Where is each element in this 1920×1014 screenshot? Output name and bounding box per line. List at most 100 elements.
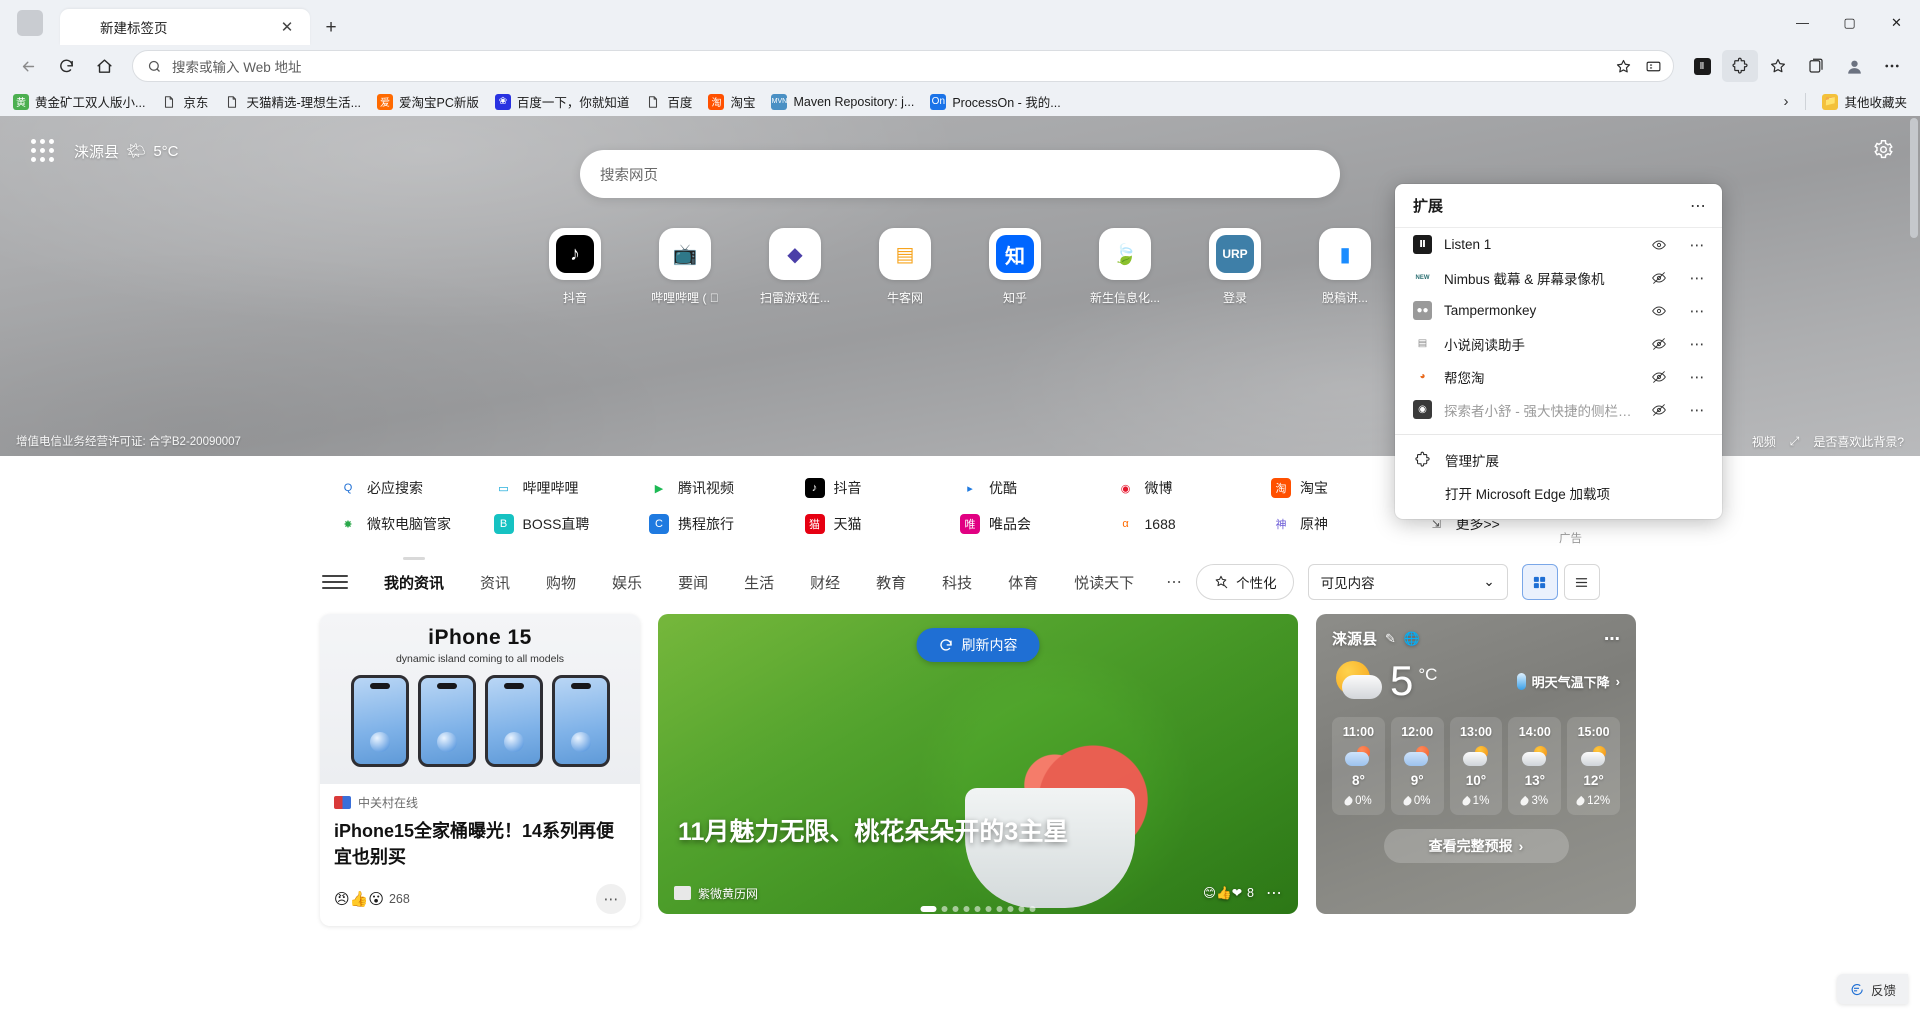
shortcut-tile[interactable]: ▮ 脱稿讲... (1313, 228, 1377, 306)
bookmarks-overflow-icon[interactable]: › (1775, 91, 1796, 112)
hero-reactions[interactable]: 😊👍❤ 8 (1203, 885, 1254, 901)
news-tab[interactable]: 娱乐 (594, 566, 660, 599)
new-tab-button[interactable]: + (318, 14, 344, 40)
grid-view-button[interactable] (1521, 564, 1558, 600)
quicklink-item[interactable]: B BOSS直聘 (493, 506, 650, 542)
bookmark-item[interactable]: 天猫精选-理想生活... (217, 89, 368, 114)
manage-extensions-item[interactable]: 管理扩展 (1395, 443, 1722, 476)
news-tab[interactable]: 财经 (792, 566, 858, 599)
open-edge-addons-item[interactable]: 打开 Microsoft Edge 加载项 (1395, 476, 1722, 509)
bookmark-item[interactable]: 爱爱淘宝PC新版 (370, 89, 486, 114)
bookmark-item[interactable]: On ProcessOn - 我的... (923, 89, 1067, 114)
close-tab-icon[interactable]: ✕ (274, 14, 300, 40)
personalize-button[interactable]: 个性化 (1196, 564, 1294, 600)
profile-avatar[interactable] (1836, 50, 1872, 82)
news-tab[interactable]: 购物 (528, 566, 594, 599)
maximize-button[interactable]: ▢ (1826, 0, 1873, 45)
extension-item[interactable]: ▤ 小说阅读助手 ⋯ (1395, 327, 1722, 360)
quicklink-item[interactable]: α 1688 (1115, 506, 1272, 542)
quicklink-item[interactable]: ▸ 优酷 (960, 470, 1116, 506)
ntp-search-input[interactable]: 搜索网页 (580, 150, 1340, 198)
menu-icon[interactable] (320, 575, 350, 589)
list-view-button[interactable] (1563, 564, 1600, 600)
reaction-emojis[interactable]: 😠👍😮 (334, 890, 384, 908)
news-tab[interactable]: 要闻 (660, 566, 726, 599)
tab-actions-button[interactable] (0, 0, 60, 45)
shortcut-tile[interactable]: 📺 哔哩哔哩 ( ゚ (651, 228, 719, 306)
quicklink-item[interactable]: ✸ 微软电脑管家 (338, 506, 494, 542)
address-input-placeholder[interactable]: 搜索或输入 Web 地址 (162, 56, 1609, 76)
news-tab[interactable]: 科技 (924, 566, 990, 599)
full-forecast-button[interactable]: 查看完整预报 › (1383, 829, 1569, 863)
back-icon[interactable] (10, 50, 46, 82)
eye-off-icon[interactable] (1646, 265, 1672, 291)
add-favorite-icon[interactable] (1609, 52, 1637, 80)
weather-trend[interactable]: 明天气温下降 › (1516, 672, 1620, 691)
shortcut-tile[interactable]: 🍃 新生信息化... (1090, 228, 1160, 306)
other-favorites-folder[interactable]: 📁 其他收藏夹 (1815, 89, 1914, 114)
listen-extension-icon[interactable]: Ⅱ (1684, 50, 1720, 82)
extensions-flyout-more-icon[interactable]: ⋯ (1690, 196, 1706, 216)
bookmark-item[interactable]: 京东 (154, 89, 215, 114)
eye-icon[interactable] (1646, 298, 1672, 324)
news-tabs-overflow-icon[interactable]: ⋯ (1152, 572, 1196, 592)
browser-tab[interactable]: 新建标签页 ✕ (60, 9, 310, 45)
quicklink-item[interactable]: ♪ 抖音 (804, 470, 961, 506)
news-card-hero[interactable]: 刷新内容 11月魅力无限、桃花朵朵开的3主星 紫微黄历网 😊👍❤ 8 ⋯ (658, 614, 1298, 914)
eye-off-icon[interactable] (1646, 397, 1672, 423)
hero-card-more-icon[interactable]: ⋯ (1266, 883, 1282, 903)
favorites-icon[interactable] (1760, 50, 1796, 82)
news-tab[interactable]: 生活 (726, 566, 792, 599)
bookmark-item[interactable]: 淘淘宝 (701, 89, 762, 114)
extension-more-icon[interactable]: ⋯ (1684, 298, 1710, 324)
news-tab[interactable]: 资讯 (462, 566, 528, 599)
refresh-content-button[interactable]: 刷新内容 (916, 628, 1040, 662)
quicklink-item[interactable]: Q 必应搜索 (338, 470, 494, 506)
extension-more-icon[interactable]: ⋯ (1684, 397, 1710, 423)
minimize-button[interactable]: — (1779, 0, 1826, 45)
settings-more-icon[interactable] (1874, 50, 1910, 82)
extension-more-icon[interactable]: ⋯ (1684, 331, 1710, 357)
extension-item[interactable]: ◉ 探索者小舒 - 强大快捷的侧栏搜索... ⋯ (1395, 393, 1722, 426)
eye-off-icon[interactable] (1646, 364, 1672, 390)
shortcut-tile[interactable]: URP 登录 (1203, 228, 1267, 306)
news-card-iphone[interactable]: iPhone 15 dynamic island coming to all m… (320, 614, 640, 927)
news-tab[interactable]: 我的资讯 (366, 566, 462, 599)
quicklink-item[interactable]: ▭ 哔哩哔哩 (493, 470, 650, 506)
bookmark-item[interactable]: 黄黄金矿工双人版小... (6, 89, 152, 114)
weather-card[interactable]: 涞源县 ✎ 🌐 ⋯ 5 °C 明天气温下降 › 11:00 8° 0% 12:00 9°… (1316, 614, 1636, 914)
expand-icon[interactable]: ⤢ (1790, 434, 1800, 449)
edit-icon[interactable]: ✎ (1385, 631, 1396, 647)
extension-item[interactable]: NEW Nimbus 截幕 & 屏幕录像机 ⋯ (1395, 261, 1722, 294)
collections-icon[interactable] (1798, 50, 1834, 82)
close-window-button[interactable]: ✕ (1873, 0, 1920, 45)
quicklink-item[interactable]: 唯唯品会 (960, 506, 1116, 542)
bookmark-item[interactable]: MVN Maven Repository: j... (764, 91, 921, 113)
feedback-button[interactable]: 反馈 (1836, 974, 1908, 1004)
news-tab[interactable]: 体育 (990, 566, 1056, 599)
visible-content-select[interactable]: 可见内容 ⌄ (1307, 564, 1508, 600)
refresh-icon[interactable] (48, 50, 84, 82)
shortcut-tile[interactable]: ♪ 抖音 (543, 228, 607, 306)
extension-more-icon[interactable]: ⋯ (1684, 232, 1710, 258)
collections-split-icon[interactable] (1639, 52, 1667, 80)
extensions-icon[interactable] (1722, 50, 1758, 82)
extension-more-icon[interactable]: ⋯ (1684, 265, 1710, 291)
globe-icon[interactable]: 🌐 (1404, 631, 1420, 647)
home-icon[interactable] (86, 50, 122, 82)
background-question[interactable]: 是否喜欢此背景? (1813, 433, 1904, 450)
news-tab[interactable]: 悦读天下 (1056, 566, 1152, 599)
shortcut-tile[interactable]: ◆ 扫雷游戏在... (760, 228, 830, 306)
address-bar[interactable]: 搜索或输入 Web 地址 (132, 50, 1674, 82)
extension-item[interactable]: ◕ 帮您淘 ⋯ (1395, 360, 1722, 393)
bookmark-item[interactable]: 百度 (638, 89, 699, 114)
extension-item[interactable]: ●● Tampermonkey ⋯ (1395, 294, 1722, 327)
extension-item[interactable]: Ⅱ Listen 1 ⋯ (1395, 228, 1722, 261)
news-tab[interactable]: 教育 (858, 566, 924, 599)
shortcut-tile[interactable]: ▤ 牛客网 (873, 228, 937, 306)
carousel-pager[interactable] (920, 906, 1036, 912)
quicklink-item[interactable]: ▶ 腾讯视频 (649, 470, 805, 506)
bookmark-item[interactable]: ❀ 百度一下，你就知道 (488, 89, 637, 114)
shortcut-tile[interactable]: 知知乎 (983, 228, 1047, 306)
quicklink-item[interactable]: 猫天猫 (804, 506, 961, 542)
